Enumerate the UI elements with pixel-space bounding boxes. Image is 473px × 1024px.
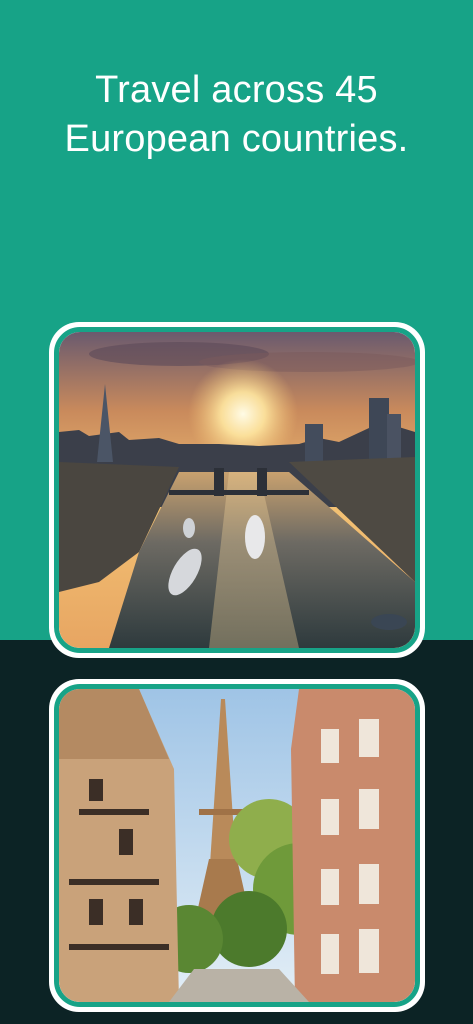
photo-frame bbox=[54, 684, 420, 1007]
photo-card-london bbox=[49, 322, 425, 658]
headline-line-1: Travel across 45 bbox=[95, 69, 378, 111]
headline-line-2: European countries. bbox=[64, 118, 409, 160]
london-thames-sunset-photo bbox=[59, 332, 415, 648]
headline: Travel across 45 European countries. bbox=[0, 66, 473, 164]
photo-card-paris bbox=[49, 679, 425, 1012]
photo-frame bbox=[54, 327, 420, 653]
paris-eiffel-tower-street-photo bbox=[59, 689, 415, 1002]
